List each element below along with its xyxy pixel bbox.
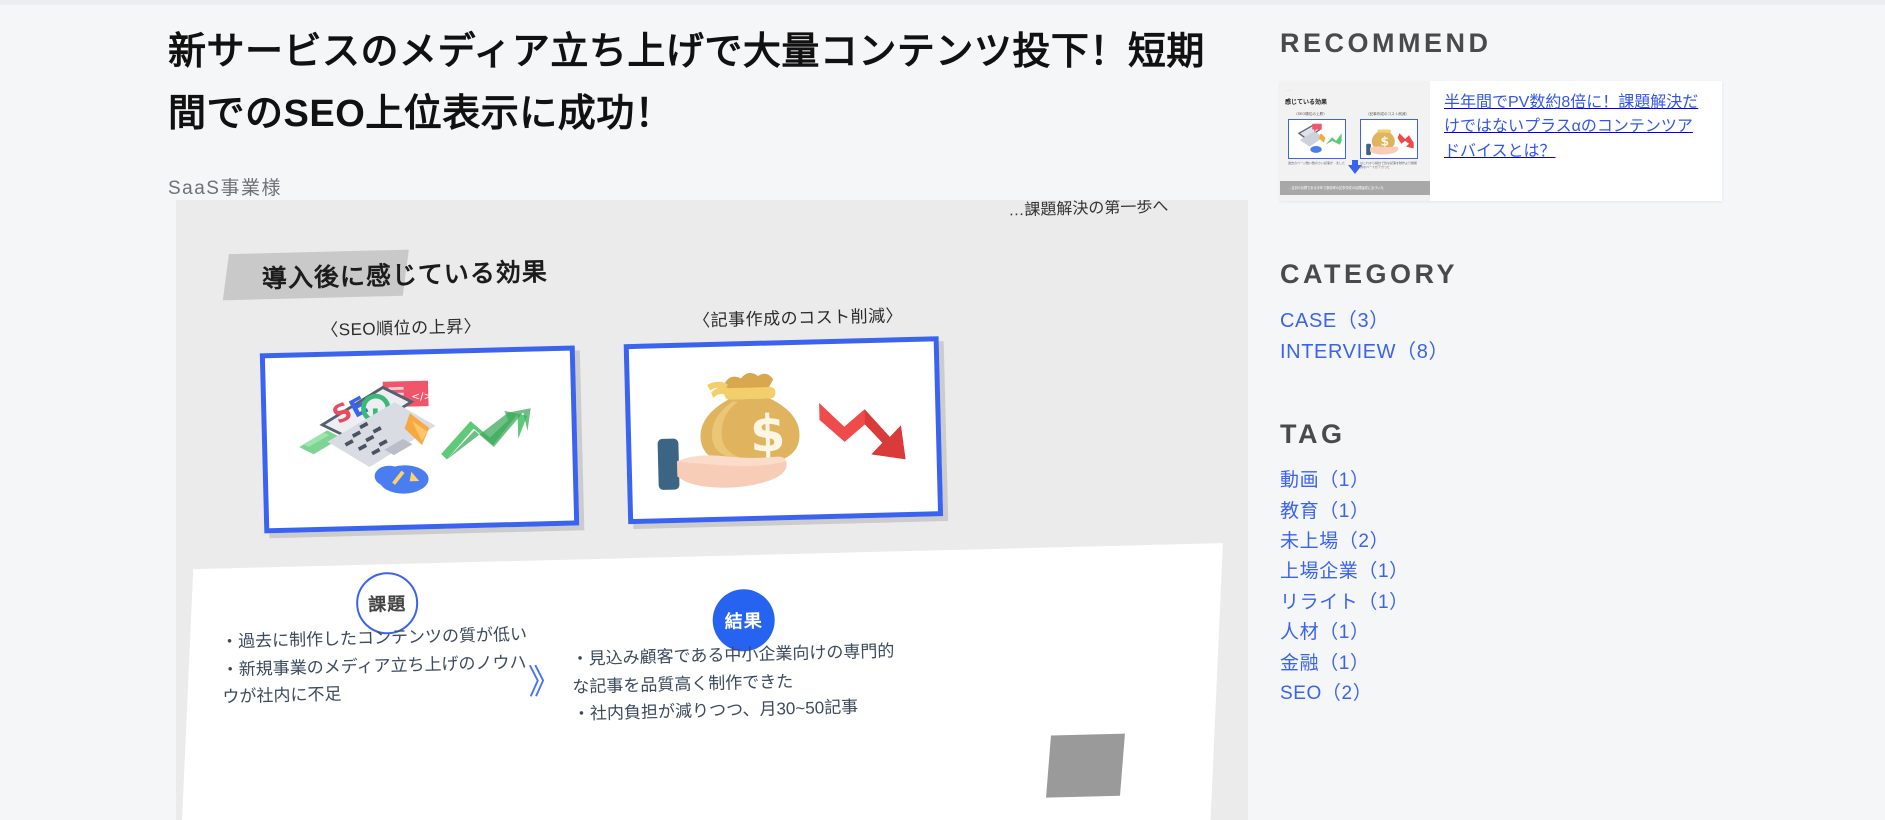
page-root: 新サービスのメディア立ち上げで大量コンテンツ投下！短期間でのSEO上位表示に成功… [0, 0, 1885, 820]
tag-item-rewrite[interactable]: リライト（1） [1280, 588, 1750, 618]
tag-item-jyoujyoukigyou[interactable]: 上場企業（1） [1280, 557, 1750, 587]
mini-seo-icon [1297, 123, 1342, 153]
category-item-interview[interactable]: INTERVIEW（8） [1280, 337, 1750, 368]
slide-accent-shape [1046, 733, 1125, 798]
mini-text-left: 過去のページ数い数のさい記事が…ました [1288, 161, 1345, 165]
tag-item-jinzai[interactable]: 人材（1） [1280, 618, 1750, 648]
category-item-case[interactable]: CASE（3） [1280, 306, 1750, 337]
slide-header-text: 導入後に感じている効果 [261, 258, 549, 294]
mini-down-arrow-icon [1348, 165, 1362, 174]
recommend-card[interactable]: …… 感じている効果 〈SEO順位の上昇〉 〈記事作成のコスト削減〉 $ 過去の… [1280, 81, 1722, 201]
panel-seo-illustration: </> S E [259, 345, 580, 534]
tag-item-kinyuu[interactable]: 金融（1） [1280, 649, 1750, 679]
tag-heading: TAG [1280, 419, 1346, 450]
mini-panel-left [1288, 119, 1346, 159]
mini-header: 感じている効果 [1285, 100, 1328, 106]
panel-cost-illustration: $ [623, 336, 944, 525]
case-study-slide-image[interactable]: …課題解決の第一歩へ 導入後に感じている効果 〈SEO順位の上昇〉 〈記事作成の… [176, 200, 1248, 820]
seo-laptop-growth-arrow-icon: </> S E [299, 380, 531, 494]
category-heading: CATEGORY [1280, 259, 1459, 289]
tag-item-mijyoujou[interactable]: 未上場（2） [1280, 527, 1750, 557]
page-title: 新サービスのメディア立ち上げで大量コンテンツ投下！短期間でのSEO上位表示に成功… [168, 31, 1205, 135]
chevron-separator-icon: 》 [527, 662, 563, 702]
mini-panel-right: $ [1360, 119, 1418, 159]
caption-seo-rank: 〈SEO順位の上昇〉 [320, 316, 482, 340]
mini-text-right: はこれから検討で質な記事を制作より積極的なベースがアガった [1360, 161, 1417, 169]
sidebar: RECOMMEND …… 感じている効果 〈SEO順位の上昇〉 〈記事作成のコス… [1280, 0, 1750, 709]
mini-top-line: …… [1286, 88, 1292, 92]
hand-money-bag-declining-arrow-icon: $ [657, 372, 906, 490]
mini-caption-right: 〈記事作成のコスト削減〉 [1366, 112, 1410, 116]
mini-footer-text: …当初の目標である半年で数倍率の記事作成の目標達成に近づいた [1288, 186, 1384, 190]
slide-canvas: …課題解決の第一歩へ 導入後に感じている効果 〈SEO順位の上昇〉 〈記事作成の… [176, 200, 1248, 820]
tag-item-kyouiku[interactable]: 教育（1） [1280, 497, 1750, 527]
category-list: CASE（3） INTERVIEW（8） [1280, 306, 1750, 367]
recommend-thumbnail: …… 感じている効果 〈SEO順位の上昇〉 〈記事作成のコスト削減〉 $ 過去の… [1280, 81, 1430, 201]
tag-item-seo[interactable]: SEO（2） [1280, 679, 1750, 709]
tag-list: 動画（1） 教育（1） 未上場（2） 上場企業（1） リライト（1） 人材（1）… [1280, 466, 1750, 709]
caption-cost-cut: 〈記事作成のコスト削減〉 [692, 306, 904, 331]
recommend-card-title: 半年間でPV数約8倍に！課題解決だけではないプラスαのコンテンツアドバイスとは？ [1444, 94, 1699, 160]
mini-slide-thumb: …… 感じている効果 〈SEO順位の上昇〉 〈記事作成のコスト削減〉 $ 過去の… [1280, 81, 1430, 201]
recommend-heading: RECOMMEND [1280, 28, 1492, 58]
article-client: SaaS事業様 [168, 178, 282, 200]
svg-text:</>: </> [411, 390, 432, 403]
tag-item-douga[interactable]: 動画（1） [1280, 466, 1750, 496]
mini-caption-left: 〈SEO順位の上昇〉 [1294, 112, 1327, 116]
mini-money-icon: $ [1366, 129, 1414, 156]
slide-top-line: …課題解決の第一歩へ [1008, 200, 1169, 220]
mini-footer-bar: …当初の目標である半年で数倍率の記事作成の目標達成に近づいた [1280, 181, 1430, 195]
article-main: 新サービスのメディア立ち上げで大量コンテンツ投下！短期間でのSEO上位表示に成功… [168, 0, 1258, 820]
result-bullets: ・見込み顧客である中小企業向けの専門的な記事を品質高く制作できた ・社内負担が減… [571, 641, 895, 724]
svg-text:$: $ [749, 405, 786, 465]
problem-bullets: ・過去に制作したコンテンツの質が低い ・新規事業のメディア立ち上げのノウハウが社… [220, 624, 528, 707]
